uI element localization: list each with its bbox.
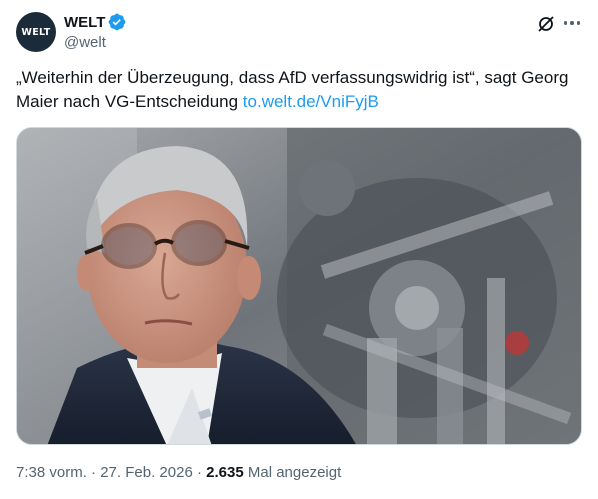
tweet-photo[interactable] — [16, 127, 582, 445]
display-name[interactable]: WELT — [64, 14, 105, 31]
handle[interactable]: @welt — [64, 34, 126, 51]
views-count[interactable]: 2.635 — [206, 464, 244, 481]
avatar-logo-text: WELT — [21, 26, 51, 38]
tweet-date[interactable]: 27. Feb. 2026 — [100, 464, 193, 481]
tweet-link[interactable]: to.welt.de/VniFyjB — [243, 92, 379, 111]
tweet-text: „Weiterhin der Überzeugung, dass AfD ver… — [16, 66, 586, 114]
author-block: WELT @welt — [64, 12, 126, 51]
meta-separator: · — [91, 464, 97, 481]
photo-image — [17, 128, 581, 444]
views-label: Mal angezeigt — [247, 464, 342, 481]
more-icon[interactable] — [562, 13, 582, 33]
grok-icon[interactable] — [536, 14, 556, 34]
avatar[interactable]: WELT — [16, 12, 56, 52]
tweet-meta: 7:38 vorm. · 27. Feb. 2026 · 2.635 Mal a… — [16, 464, 341, 481]
tweet-time[interactable]: 7:38 vorm. — [16, 464, 87, 481]
verified-badge-icon[interactable] — [108, 13, 126, 31]
tweet-header: WELT WELT @welt — [16, 12, 582, 54]
meta-separator-2: · — [196, 464, 202, 481]
